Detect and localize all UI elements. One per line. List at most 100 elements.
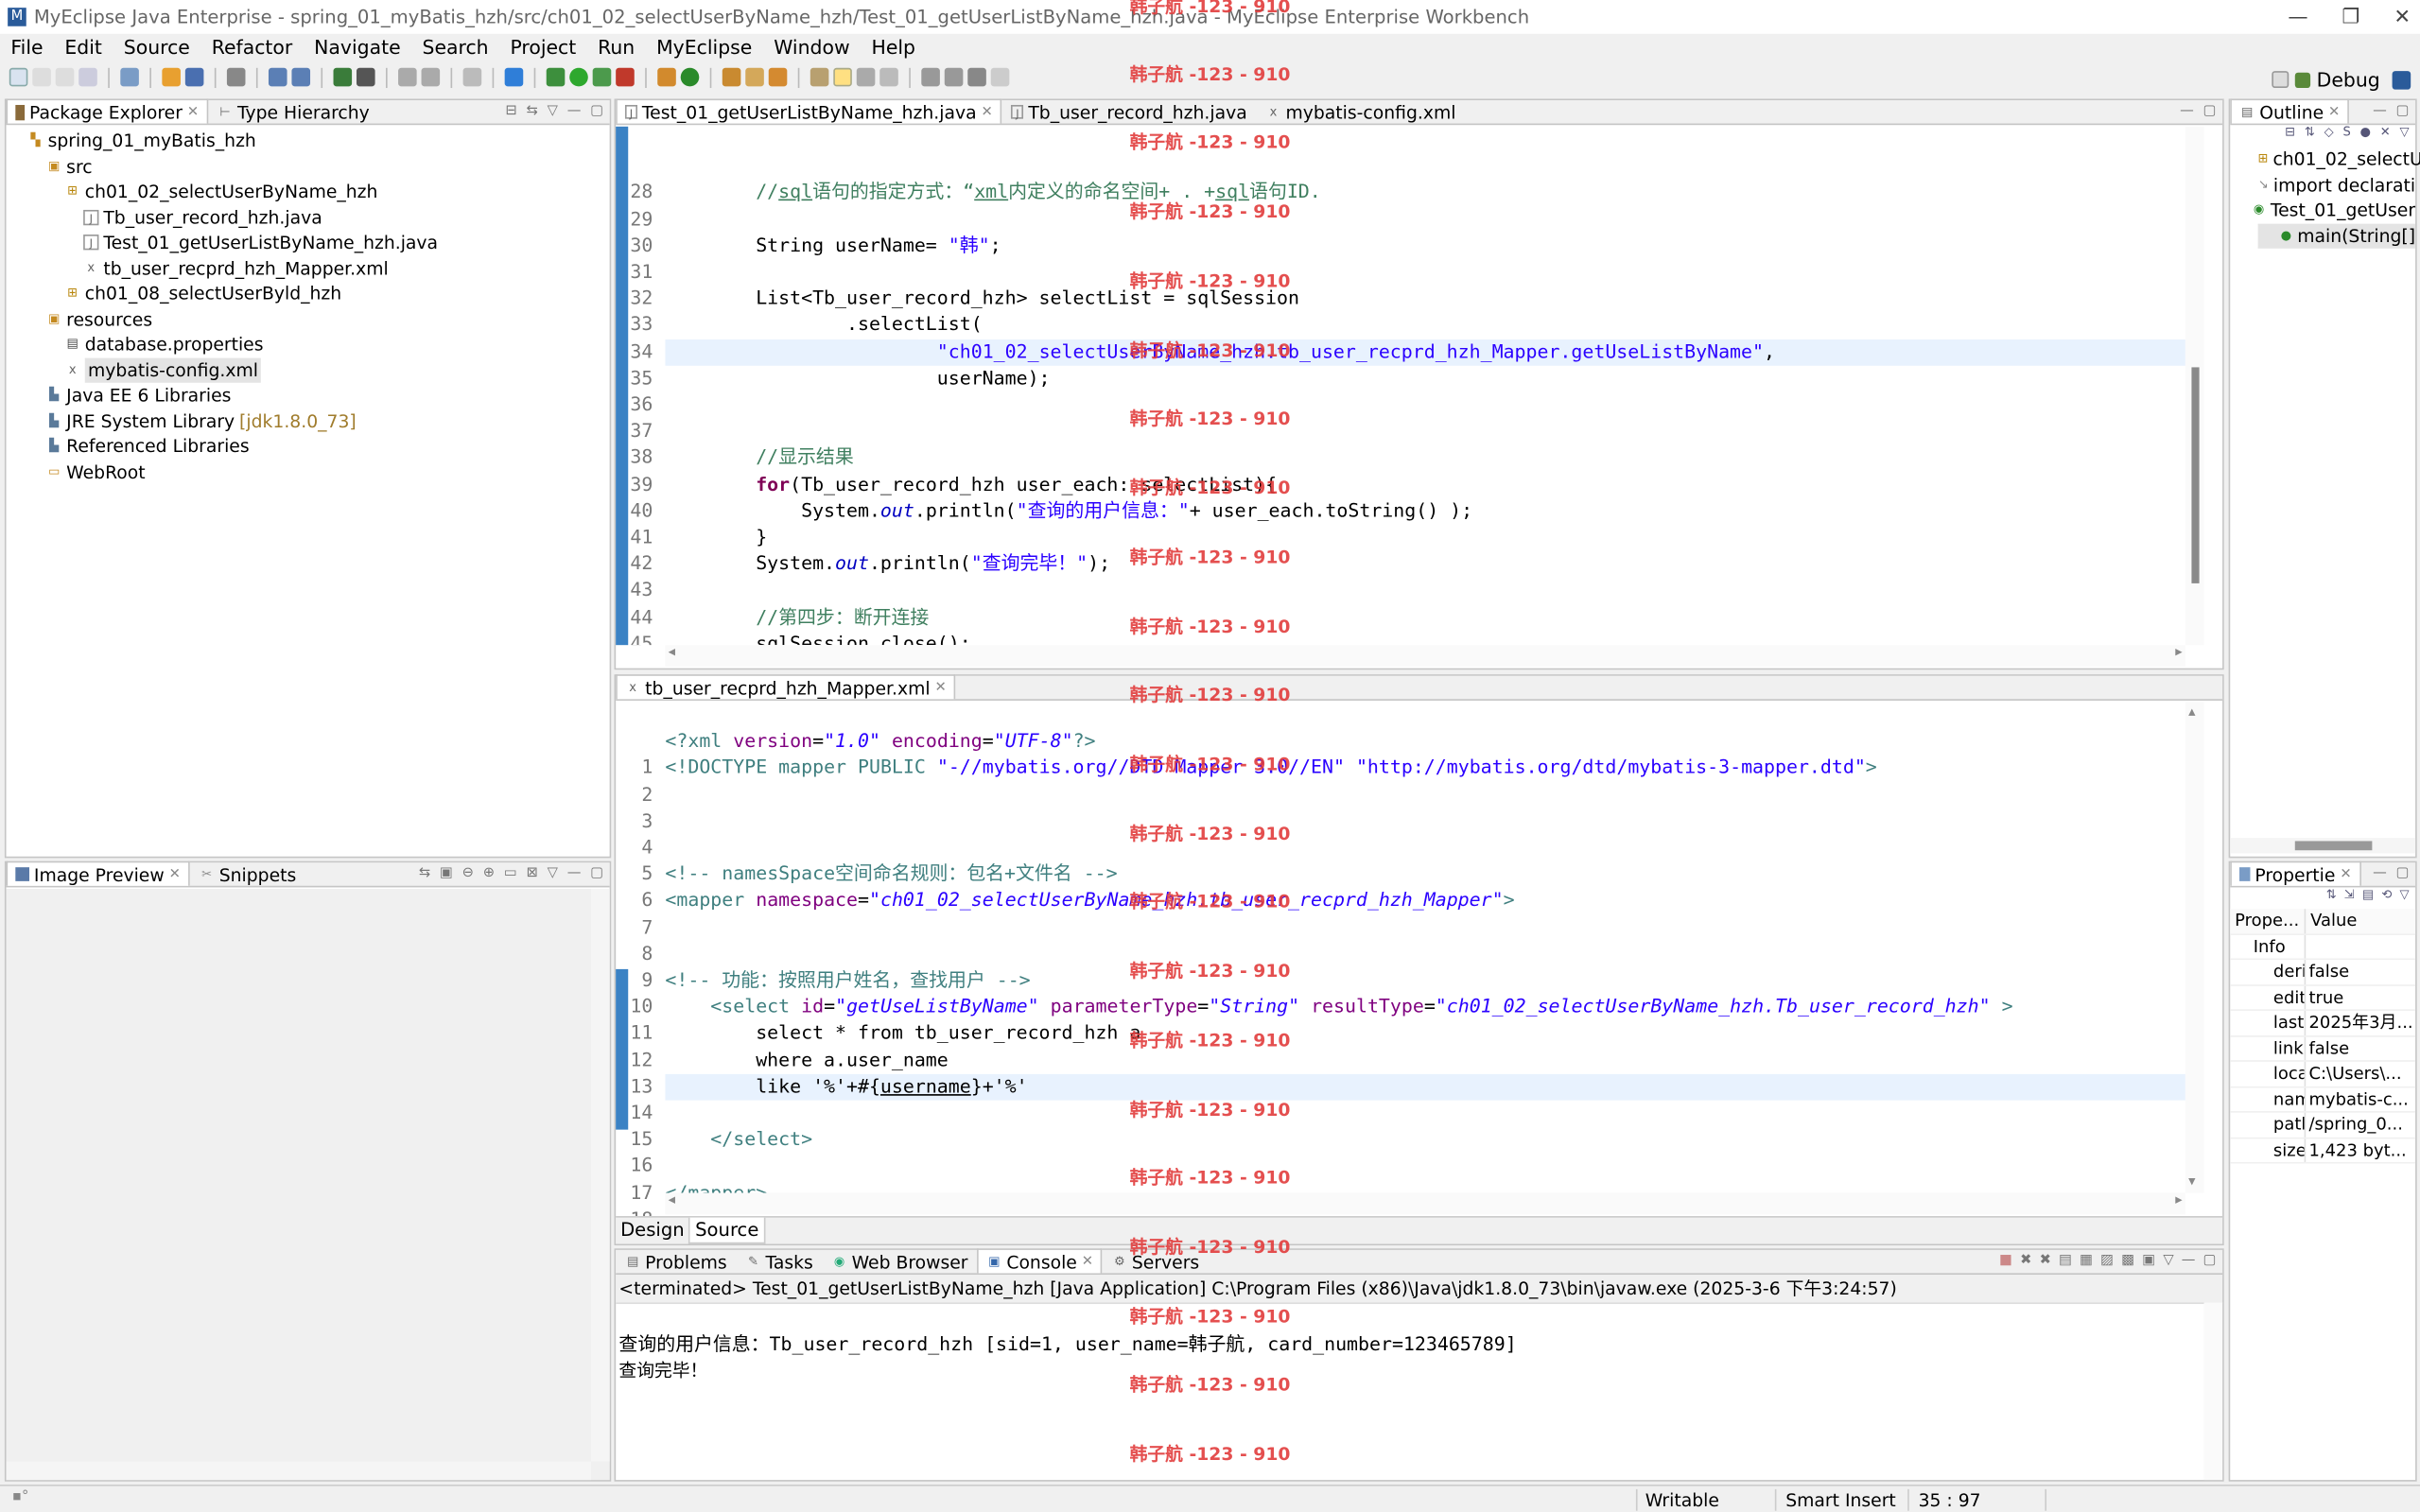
remove-launch-icon[interactable]: ✖	[2020, 1253, 2031, 1268]
new-package-icon[interactable]	[657, 67, 676, 87]
collapse-all-icon[interactable]: ⊟	[505, 103, 516, 118]
tree-mybatis-config[interactable]: x mybatis-config.xml	[27, 356, 609, 383]
hide-static-icon[interactable]: S	[2343, 125, 2351, 147]
menu-run[interactable]: Run	[598, 36, 635, 59]
perspective-debug[interactable]: Debug	[2317, 68, 2380, 91]
advanced-icon[interactable]: ▤	[2362, 887, 2374, 909]
menu-window[interactable]: Window	[774, 36, 849, 59]
scroll-lock-icon[interactable]: ▤	[2059, 1253, 2072, 1268]
history-icon[interactable]	[398, 67, 417, 87]
tab-design[interactable]: Design	[616, 1218, 688, 1244]
menu-source[interactable]: Source	[124, 36, 190, 59]
close-icon[interactable]: ✕	[2340, 866, 2351, 881]
new-class-icon[interactable]	[680, 67, 700, 87]
tab-mapper-xml[interactable]: x tb_user_recprd_hzh_Mapper.xml ✕	[616, 674, 956, 700]
property-row[interactable]: link false	[2230, 1035, 2416, 1062]
tree-file-test01[interactable]: J Test_01_getUserListByName_hzh.java	[27, 230, 609, 255]
vertical-scrollbar[interactable]	[2203, 1302, 2223, 1481]
tree-referenced-libs[interactable]: ▙ Referenced Libraries	[27, 434, 609, 460]
save-icon[interactable]	[32, 67, 51, 87]
tab-console[interactable]: ▣ Console ✕	[977, 1248, 1103, 1274]
search-icon[interactable]	[268, 67, 287, 87]
horizontal-scrollbar[interactable]	[2230, 838, 2416, 854]
marker-icon[interactable]	[745, 67, 764, 87]
remove-all-icon[interactable]: ✖	[2040, 1253, 2051, 1268]
minimize-view-icon[interactable]: —	[2180, 103, 2194, 118]
close-icon[interactable]: ✕	[934, 680, 946, 695]
collapse-icon[interactable]: ⊟	[2285, 125, 2295, 147]
close-icon[interactable]: ✕	[169, 866, 181, 881]
menu-myeclipse[interactable]: MyEclipse	[656, 36, 752, 59]
outline-method-main[interactable]: ● main(String[]	[2257, 222, 2416, 249]
next-annotation-icon[interactable]	[921, 67, 940, 87]
horizontal-scrollbar[interactable]: ◂ ▸	[665, 1192, 2185, 1215]
perspective-switcher[interactable]: Debug	[2272, 68, 2411, 91]
tab-source[interactable]: Source	[688, 1217, 765, 1244]
sync-icon[interactable]: ⇆	[419, 866, 430, 881]
categories-icon[interactable]: ⇅	[2326, 887, 2337, 909]
property-group-info[interactable]: Info	[2230, 934, 2304, 958]
menu-edit[interactable]: Edit	[64, 36, 102, 59]
close-icon[interactable]: ✕	[1082, 1254, 1093, 1269]
zoom-out-icon[interactable]: ⊖	[462, 866, 474, 881]
property-row[interactable]: locaC:\Users\...	[2230, 1061, 2416, 1087]
myeclipse-perspective-icon[interactable]	[2392, 70, 2411, 89]
maximize-button[interactable]: ❐	[2342, 6, 2359, 28]
close-icon[interactable]: ✕	[2328, 104, 2340, 119]
vertical-scrollbar[interactable]: ▴ ▾	[2185, 702, 2204, 1193]
tab-test01-java[interactable]: J Test_01_getUserListByName_hzh.java ✕	[616, 98, 1002, 124]
menu-refactor[interactable]: Refactor	[212, 36, 293, 59]
view-menu-icon[interactable]: ▽	[2400, 887, 2410, 909]
minimize-view-icon[interactable]: —	[2373, 866, 2387, 881]
debug-icon[interactable]	[546, 67, 566, 87]
tree-project[interactable]: ▚ spring_01_myBatis_hzh	[27, 128, 609, 153]
view-menu-icon[interactable]: ▽	[548, 866, 558, 881]
zoom-in-icon[interactable]: ⊕	[483, 866, 495, 881]
open-perspective-icon[interactable]	[504, 67, 524, 87]
forward-icon[interactable]	[990, 67, 1010, 87]
tree-src[interactable]: ▣ src	[27, 153, 609, 179]
vertical-scrollbar[interactable]	[2185, 126, 2204, 646]
coverage-icon[interactable]	[592, 67, 612, 87]
outline-package[interactable]: ⊞ ch01_02_selectU	[2258, 147, 2420, 172]
tree-package-selectuserbyid[interactable]: ⊞ ch01_08_selectUserByld_hzh	[27, 281, 609, 306]
java-code[interactable]: //sql语句的指定方式：“xml内定义的命名空间+ . +sql语句ID. S…	[665, 127, 2185, 645]
print-icon[interactable]	[78, 67, 97, 87]
console-output[interactable]: 查询的用户信息：Tb_user_record_hzh [sid=1, user_…	[616, 1304, 2222, 1440]
minimize-view-icon[interactable]: —	[567, 103, 582, 118]
property-row[interactable]: edit true	[2230, 985, 2416, 1011]
open-console-icon[interactable]: ▽	[2163, 1253, 2173, 1268]
tree-database-properties[interactable]: ▤ database.properties	[27, 332, 609, 357]
tree-jre-library[interactable]: ▙ JRE System Library [jdk1.8.0_73]	[27, 408, 609, 434]
property-row[interactable]: nammybatis-c...	[2230, 1086, 2416, 1113]
browser-icon[interactable]	[356, 67, 375, 87]
tab-outline[interactable]: ▤ Outline ✕	[2230, 98, 2350, 124]
minimize-view-icon[interactable]: —	[567, 866, 582, 881]
format-icon[interactable]	[462, 67, 482, 87]
prev-annotation-icon[interactable]	[944, 67, 964, 87]
link-editor-icon[interactable]: ⇆	[527, 103, 538, 118]
menu-file[interactable]: File	[10, 36, 43, 59]
new-project-icon[interactable]	[120, 67, 139, 87]
clear-console-icon[interactable]: ▦	[2080, 1253, 2093, 1268]
tab-package-explorer[interactable]: Package Explorer ✕	[6, 98, 208, 124]
fullscreen-icon[interactable]: ⊠	[527, 866, 538, 881]
tree-package-selectuserbyname[interactable]: ⊞ ch01_02_selectUserByName_hzh	[27, 179, 609, 204]
hide-local-icon[interactable]: ✕	[2380, 125, 2391, 147]
outline-imports[interactable]: ↘ import declarati	[2258, 172, 2415, 198]
vertical-scrollbar[interactable]	[591, 889, 610, 1462]
tab-mybatis-config[interactable]: x mybatis-config.xml	[1256, 98, 1465, 123]
annotation-icon[interactable]	[810, 67, 829, 87]
open-folder-icon[interactable]	[722, 67, 741, 87]
property-row[interactable]: path/spring_0...	[2230, 1112, 2416, 1138]
minimize-view-icon[interactable]: —	[2182, 1253, 2196, 1268]
tab-tasks[interactable]: ✎ Tasks	[736, 1248, 822, 1273]
view-menu-icon[interactable]: ▽	[2400, 125, 2410, 147]
tab-problems[interactable]: ▤ Problems	[616, 1248, 736, 1273]
terminate-icon[interactable]: ■	[1999, 1253, 2012, 1268]
new-icon[interactable]	[9, 67, 28, 87]
web-icon[interactable]	[333, 67, 353, 87]
horizontal-scrollbar[interactable]: ◂ ▸	[665, 645, 2185, 668]
tab-snippets[interactable]: ✂ Snippets	[190, 861, 305, 886]
show-whitespace-icon[interactable]	[879, 67, 898, 87]
